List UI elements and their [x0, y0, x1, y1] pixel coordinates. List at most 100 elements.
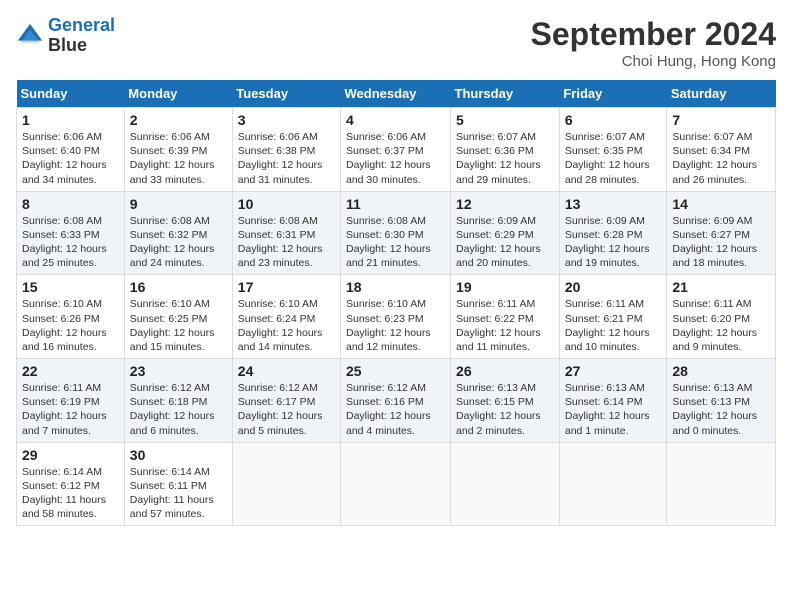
day-number: 6	[565, 112, 662, 128]
calendar-header: GeneralBlue September 2024 Choi Hung, Ho…	[16, 16, 776, 70]
day-number: 9	[130, 196, 227, 212]
logo-icon	[16, 22, 44, 50]
day-info: Sunrise: 6:06 AM Sunset: 6:38 PM Dayligh…	[238, 130, 335, 187]
day-number: 1	[22, 112, 119, 128]
day-info: Sunrise: 6:14 AM Sunset: 6:11 PM Dayligh…	[130, 465, 227, 522]
month-title: September 2024	[531, 16, 776, 53]
calendar-day-cell: 24 Sunrise: 6:12 AM Sunset: 6:17 PM Dayl…	[232, 359, 340, 443]
calendar-day-cell: 11 Sunrise: 6:08 AM Sunset: 6:30 PM Dayl…	[341, 191, 451, 275]
day-info: Sunrise: 6:07 AM Sunset: 6:36 PM Dayligh…	[456, 130, 554, 187]
day-number: 26	[456, 363, 554, 379]
day-number: 20	[565, 279, 662, 295]
calendar-day-cell	[559, 442, 667, 526]
calendar-day-cell: 29 Sunrise: 6:14 AM Sunset: 6:12 PM Dayl…	[17, 442, 125, 526]
day-number: 19	[456, 279, 554, 295]
day-info: Sunrise: 6:10 AM Sunset: 6:23 PM Dayligh…	[346, 297, 445, 354]
calendar-day-cell: 4 Sunrise: 6:06 AM Sunset: 6:37 PM Dayli…	[341, 108, 451, 192]
logo-text: GeneralBlue	[48, 16, 115, 56]
calendar-day-cell: 25 Sunrise: 6:12 AM Sunset: 6:16 PM Dayl…	[341, 359, 451, 443]
day-number: 18	[346, 279, 445, 295]
calendar-day-cell: 14 Sunrise: 6:09 AM Sunset: 6:27 PM Dayl…	[667, 191, 776, 275]
weekday-header-cell: Friday	[559, 80, 667, 108]
day-number: 11	[346, 196, 445, 212]
calendar-day-cell: 12 Sunrise: 6:09 AM Sunset: 6:29 PM Dayl…	[451, 191, 560, 275]
day-info: Sunrise: 6:13 AM Sunset: 6:13 PM Dayligh…	[672, 381, 770, 438]
day-number: 22	[22, 363, 119, 379]
calendar-day-cell: 18 Sunrise: 6:10 AM Sunset: 6:23 PM Dayl…	[341, 275, 451, 359]
day-number: 4	[346, 112, 445, 128]
calendar-day-cell: 2 Sunrise: 6:06 AM Sunset: 6:39 PM Dayli…	[124, 108, 232, 192]
calendar-day-cell	[232, 442, 340, 526]
day-number: 12	[456, 196, 554, 212]
weekday-header-row: SundayMondayTuesdayWednesdayThursdayFrid…	[17, 80, 776, 108]
day-number: 5	[456, 112, 554, 128]
day-number: 28	[672, 363, 770, 379]
calendar-week-row: 8 Sunrise: 6:08 AM Sunset: 6:33 PM Dayli…	[17, 191, 776, 275]
day-info: Sunrise: 6:11 AM Sunset: 6:22 PM Dayligh…	[456, 297, 554, 354]
day-info: Sunrise: 6:14 AM Sunset: 6:12 PM Dayligh…	[22, 465, 119, 522]
day-info: Sunrise: 6:11 AM Sunset: 6:20 PM Dayligh…	[672, 297, 770, 354]
day-info: Sunrise: 6:06 AM Sunset: 6:37 PM Dayligh…	[346, 130, 445, 187]
day-info: Sunrise: 6:08 AM Sunset: 6:31 PM Dayligh…	[238, 214, 335, 271]
day-info: Sunrise: 6:08 AM Sunset: 6:33 PM Dayligh…	[22, 214, 119, 271]
calendar-table: SundayMondayTuesdayWednesdayThursdayFrid…	[16, 80, 776, 526]
day-info: Sunrise: 6:08 AM Sunset: 6:32 PM Dayligh…	[130, 214, 227, 271]
day-info: Sunrise: 6:13 AM Sunset: 6:15 PM Dayligh…	[456, 381, 554, 438]
calendar-day-cell: 5 Sunrise: 6:07 AM Sunset: 6:36 PM Dayli…	[451, 108, 560, 192]
day-number: 27	[565, 363, 662, 379]
day-info: Sunrise: 6:10 AM Sunset: 6:24 PM Dayligh…	[238, 297, 335, 354]
weekday-header-cell: Monday	[124, 80, 232, 108]
day-info: Sunrise: 6:11 AM Sunset: 6:21 PM Dayligh…	[565, 297, 662, 354]
day-number: 14	[672, 196, 770, 212]
weekday-header-cell: Tuesday	[232, 80, 340, 108]
day-info: Sunrise: 6:06 AM Sunset: 6:39 PM Dayligh…	[130, 130, 227, 187]
calendar-day-cell: 30 Sunrise: 6:14 AM Sunset: 6:11 PM Dayl…	[124, 442, 232, 526]
day-info: Sunrise: 6:08 AM Sunset: 6:30 PM Dayligh…	[346, 214, 445, 271]
calendar-day-cell: 17 Sunrise: 6:10 AM Sunset: 6:24 PM Dayl…	[232, 275, 340, 359]
day-info: Sunrise: 6:12 AM Sunset: 6:17 PM Dayligh…	[238, 381, 335, 438]
calendar-day-cell	[451, 442, 560, 526]
day-info: Sunrise: 6:06 AM Sunset: 6:40 PM Dayligh…	[22, 130, 119, 187]
day-number: 3	[238, 112, 335, 128]
title-block: September 2024 Choi Hung, Hong Kong	[531, 16, 776, 70]
day-number: 30	[130, 447, 227, 463]
calendar-body: 1 Sunrise: 6:06 AM Sunset: 6:40 PM Dayli…	[17, 108, 776, 526]
day-number: 7	[672, 112, 770, 128]
day-info: Sunrise: 6:10 AM Sunset: 6:26 PM Dayligh…	[22, 297, 119, 354]
calendar-day-cell: 1 Sunrise: 6:06 AM Sunset: 6:40 PM Dayli…	[17, 108, 125, 192]
weekday-header-cell: Saturday	[667, 80, 776, 108]
calendar-week-row: 15 Sunrise: 6:10 AM Sunset: 6:26 PM Dayl…	[17, 275, 776, 359]
calendar-week-row: 1 Sunrise: 6:06 AM Sunset: 6:40 PM Dayli…	[17, 108, 776, 192]
day-number: 15	[22, 279, 119, 295]
calendar-week-row: 29 Sunrise: 6:14 AM Sunset: 6:12 PM Dayl…	[17, 442, 776, 526]
day-info: Sunrise: 6:09 AM Sunset: 6:28 PM Dayligh…	[565, 214, 662, 271]
day-number: 25	[346, 363, 445, 379]
calendar-day-cell: 10 Sunrise: 6:08 AM Sunset: 6:31 PM Dayl…	[232, 191, 340, 275]
calendar-day-cell: 28 Sunrise: 6:13 AM Sunset: 6:13 PM Dayl…	[667, 359, 776, 443]
calendar-day-cell: 22 Sunrise: 6:11 AM Sunset: 6:19 PM Dayl…	[17, 359, 125, 443]
calendar-day-cell: 23 Sunrise: 6:12 AM Sunset: 6:18 PM Dayl…	[124, 359, 232, 443]
day-number: 16	[130, 279, 227, 295]
day-number: 24	[238, 363, 335, 379]
calendar-day-cell: 15 Sunrise: 6:10 AM Sunset: 6:26 PM Dayl…	[17, 275, 125, 359]
calendar-day-cell: 13 Sunrise: 6:09 AM Sunset: 6:28 PM Dayl…	[559, 191, 667, 275]
day-number: 17	[238, 279, 335, 295]
logo: GeneralBlue	[16, 16, 115, 56]
calendar-day-cell: 19 Sunrise: 6:11 AM Sunset: 6:22 PM Dayl…	[451, 275, 560, 359]
location: Choi Hung, Hong Kong	[531, 53, 776, 70]
calendar-day-cell: 7 Sunrise: 6:07 AM Sunset: 6:34 PM Dayli…	[667, 108, 776, 192]
calendar-day-cell: 20 Sunrise: 6:11 AM Sunset: 6:21 PM Dayl…	[559, 275, 667, 359]
day-number: 2	[130, 112, 227, 128]
calendar-day-cell: 9 Sunrise: 6:08 AM Sunset: 6:32 PM Dayli…	[124, 191, 232, 275]
calendar-day-cell: 3 Sunrise: 6:06 AM Sunset: 6:38 PM Dayli…	[232, 108, 340, 192]
day-info: Sunrise: 6:11 AM Sunset: 6:19 PM Dayligh…	[22, 381, 119, 438]
weekday-header-cell: Sunday	[17, 80, 125, 108]
calendar-day-cell: 27 Sunrise: 6:13 AM Sunset: 6:14 PM Dayl…	[559, 359, 667, 443]
calendar-day-cell	[341, 442, 451, 526]
weekday-header-cell: Thursday	[451, 80, 560, 108]
day-number: 23	[130, 363, 227, 379]
calendar-day-cell: 8 Sunrise: 6:08 AM Sunset: 6:33 PM Dayli…	[17, 191, 125, 275]
day-number: 21	[672, 279, 770, 295]
weekday-header-cell: Wednesday	[341, 80, 451, 108]
day-number: 8	[22, 196, 119, 212]
